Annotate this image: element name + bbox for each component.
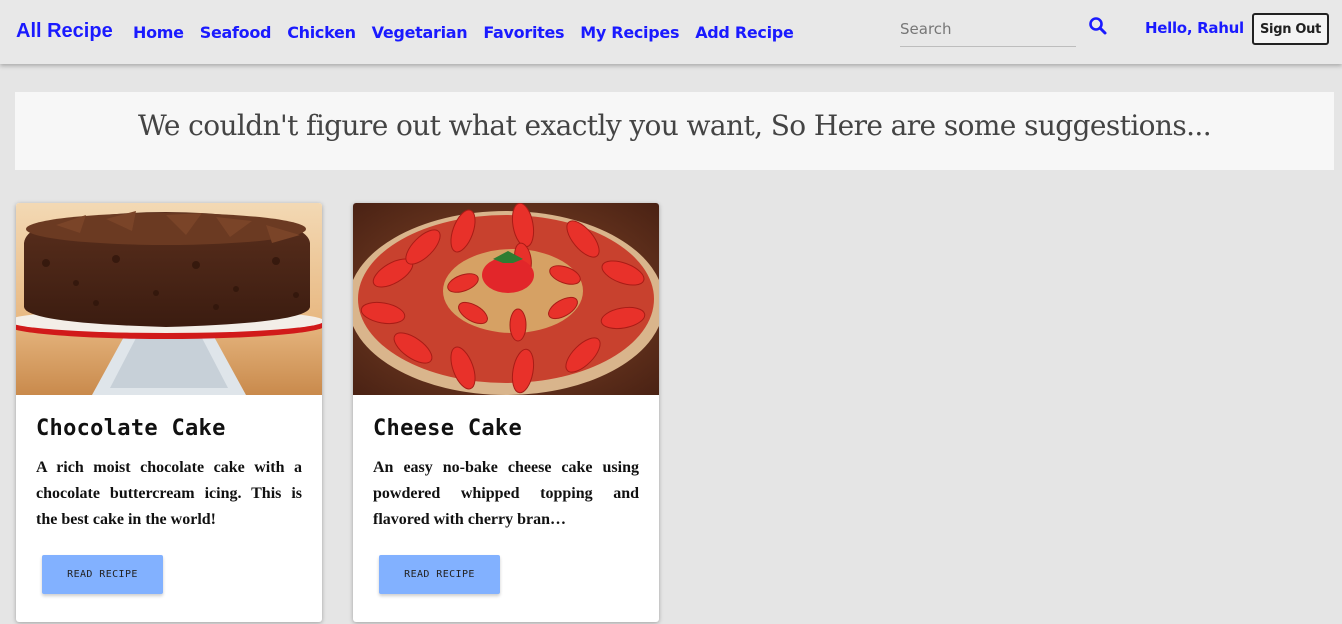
recipe-description: An easy no-bake cheese cake using powder…: [373, 459, 639, 528]
suggestion-banner: We couldn't figure out what exactly you …: [15, 92, 1334, 170]
nav-links: Home Seafood Chicken Vegetarian Favorite…: [133, 23, 810, 42]
recipe-card: Chocolate Cake A rich moist chocolate ca…: [16, 203, 322, 622]
nav-link-home[interactable]: Home: [133, 23, 184, 42]
recipe-card: Cheese Cake An easy no-bake cheese cake …: [353, 203, 659, 622]
recipe-description: A rich moist chocolate cake with a choco…: [36, 459, 302, 528]
brand-logo-link[interactable]: All Recipe: [16, 20, 113, 43]
search-icon[interactable]: [1088, 16, 1108, 36]
suggestion-message: We couldn't figure out what exactly you …: [137, 109, 1212, 142]
cheese-cake-image: [353, 203, 659, 395]
search-input[interactable]: [900, 14, 1076, 44]
nav-link-chicken[interactable]: Chicken: [287, 23, 356, 42]
search-field: [900, 14, 1076, 47]
read-recipe-button[interactable]: READ RECIPE: [379, 555, 500, 594]
read-recipe-button[interactable]: READ RECIPE: [42, 555, 163, 594]
sign-out-button[interactable]: Sign Out: [1252, 13, 1329, 45]
recipe-title: Chocolate Cake: [36, 416, 226, 441]
nav-link-add-recipe[interactable]: Add Recipe: [695, 23, 794, 42]
search-icon-graphic: [1089, 17, 1107, 35]
recipe-title: Cheese Cake: [373, 416, 522, 441]
top-navbar: All Recipe Home Seafood Chicken Vegetari…: [0, 0, 1342, 64]
nav-link-vegetarian[interactable]: Vegetarian: [372, 23, 468, 42]
nav-link-seafood[interactable]: Seafood: [200, 23, 272, 42]
user-greeting: Hello, Rahul: [1145, 19, 1244, 37]
nav-link-my-recipes[interactable]: My Recipes: [580, 23, 679, 42]
chocolate-cake-image: [16, 203, 322, 395]
nav-link-favorites[interactable]: Favorites: [483, 23, 564, 42]
